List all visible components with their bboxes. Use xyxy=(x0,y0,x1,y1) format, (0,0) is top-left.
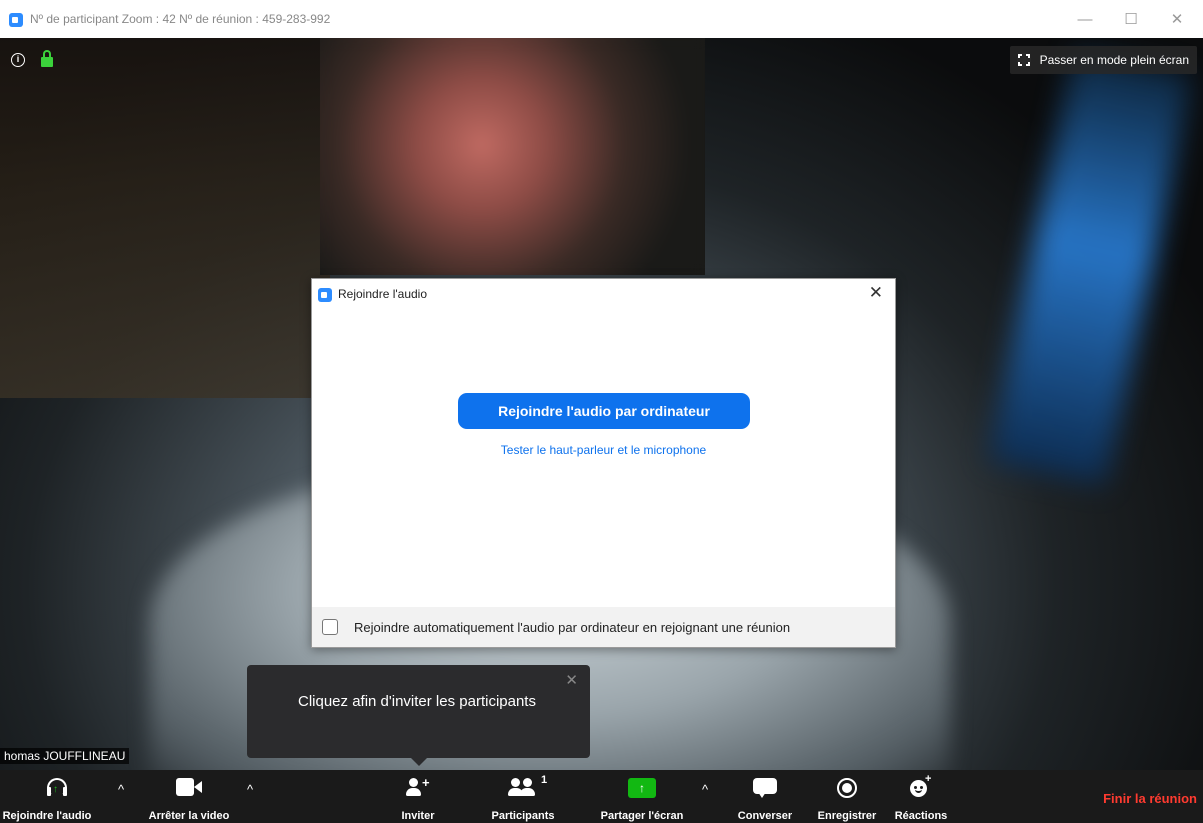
participants-count: 1 xyxy=(541,774,548,786)
record-label: Enregistrer xyxy=(817,810,877,822)
participants-button[interactable]: 1 Participants xyxy=(480,770,566,823)
headphones-icon: ↑ xyxy=(47,778,67,798)
chat-label: Converser xyxy=(737,810,793,822)
join-audio-label: Rejoindre l'audio xyxy=(2,810,92,822)
auto-join-checkbox[interactable] xyxy=(322,619,338,635)
share-options-caret[interactable]: ^ xyxy=(702,782,708,797)
reaction-smile-icon: + xyxy=(910,773,932,798)
record-button[interactable]: Enregistrer xyxy=(810,770,884,823)
zoom-app-icon xyxy=(9,13,23,27)
lock-icon[interactable] xyxy=(41,50,53,68)
test-speaker-mic-link[interactable]: Tester le haut-parleur et le microphone xyxy=(312,443,895,457)
invite-button[interactable]: + Inviter xyxy=(388,770,448,823)
share-screen-label: Partager l'écran xyxy=(600,810,684,822)
stop-video-label: Arrêter la video xyxy=(148,810,230,822)
zoom-app-icon xyxy=(318,288,332,302)
maximize-button[interactable]: ☐ xyxy=(1113,6,1149,32)
audio-options-caret[interactable]: ^ xyxy=(118,782,124,797)
video-camera-icon xyxy=(176,778,202,796)
add-person-icon: + xyxy=(406,775,430,798)
reactions-label: Réactions xyxy=(894,810,948,822)
fullscreen-label: Passer en mode plein écran xyxy=(1039,53,1189,67)
info-icon[interactable]: i xyxy=(11,53,25,67)
self-video-thumbnail[interactable] xyxy=(320,38,705,275)
tooltip-close-button[interactable]: ✕ xyxy=(565,671,578,689)
end-meeting-button[interactable]: Finir la réunion xyxy=(1103,791,1197,806)
join-audio-button[interactable]: ↑ Rejoindre l'audio xyxy=(0,770,114,823)
dialog-close-button[interactable]: ✕ xyxy=(869,283,883,303)
stop-video-button[interactable]: Arrêter la video xyxy=(136,770,242,823)
tooltip-text: Cliquez afin d'inviter les participants xyxy=(298,693,536,710)
fullscreen-icon xyxy=(1016,53,1031,67)
chat-icon xyxy=(753,778,777,798)
video-light xyxy=(987,50,1193,486)
window-title: Nº de participant Zoom : 42 Nº de réunio… xyxy=(30,12,331,26)
video-options-caret[interactable]: ^ xyxy=(247,782,253,797)
video-background xyxy=(0,38,330,398)
chat-button[interactable]: Converser xyxy=(730,770,800,823)
window-title-bar: Nº de participant Zoom : 42 Nº de réunio… xyxy=(0,0,1203,38)
reactions-button[interactable]: + Réactions xyxy=(888,770,954,823)
meeting-toolbar: ↑ Rejoindre l'audio ^ Arrêter la video ^… xyxy=(0,770,1203,823)
participants-icon: 1 xyxy=(508,774,547,798)
invite-tooltip: Cliquez afin d'inviter les participants … xyxy=(247,665,590,766)
share-screen-button[interactable]: ↑ Partager l'écran xyxy=(590,770,694,823)
record-icon xyxy=(837,778,857,798)
minimize-button[interactable]: — xyxy=(1067,6,1103,32)
auto-join-label[interactable]: Rejoindre automatiquement l'audio par or… xyxy=(354,620,790,635)
join-computer-audio-button[interactable]: Rejoindre l'audio par ordinateur xyxy=(458,393,750,429)
invite-label: Inviter xyxy=(401,810,435,822)
dialog-footer: Rejoindre automatiquement l'audio par or… xyxy=(312,607,895,647)
join-audio-dialog: Rejoindre l'audio ✕ Rejoindre l'audio pa… xyxy=(311,278,896,648)
fullscreen-button[interactable]: Passer en mode plein écran xyxy=(1009,46,1197,74)
dialog-title: Rejoindre l'audio xyxy=(338,287,428,301)
participants-label: Participants xyxy=(491,810,555,822)
share-screen-icon: ↑ xyxy=(628,778,656,798)
close-window-button[interactable]: ✕ xyxy=(1159,6,1195,32)
participant-name-badge: homas JOUFFLINEAU xyxy=(0,748,130,764)
